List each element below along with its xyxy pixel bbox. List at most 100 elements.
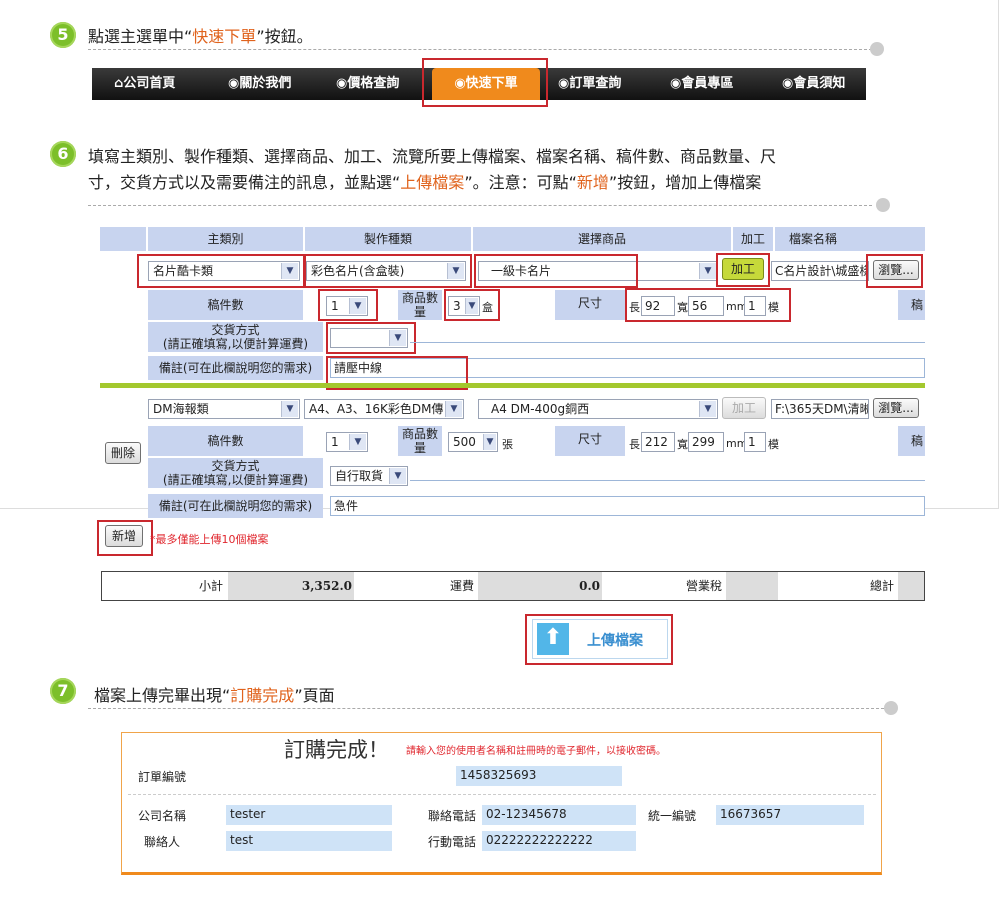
row-separator — [100, 383, 925, 388]
nav-price[interactable]: ◉價格查詢 — [336, 68, 399, 100]
drafts-select[interactable]: 1 ▼ — [326, 432, 368, 452]
truncated-label: 稿 — [898, 290, 925, 320]
divider — [88, 49, 872, 50]
qty-select[interactable]: 500 ▼ — [448, 432, 498, 452]
delivery-label-cell: 交貨方式 (請正確填寫,以便計算運費) — [148, 458, 323, 488]
mold-label: 模 — [768, 438, 779, 451]
company-label: 公司名稱 — [138, 809, 187, 823]
step-7-badge: 7 — [50, 678, 76, 704]
subtotal-value: 3,352.0 — [228, 572, 354, 600]
remark-label: 備註(可在此欄說明您的需求) — [148, 356, 323, 380]
chevron-down-icon: ▼ — [349, 434, 366, 450]
step-5-badge: 5 — [50, 22, 76, 48]
chevron-down-icon: ▼ — [699, 401, 716, 417]
delivery-note: (請正確填寫,以便計算運費) — [162, 473, 309, 487]
order-no-value: 1458325693 — [456, 766, 622, 786]
header-blank — [100, 227, 146, 251]
width-label: 寬 — [677, 438, 688, 451]
mobile-value: 02222222222222 — [482, 831, 636, 851]
delivery-label-cell: 交貨方式 (請正確填寫,以便計算運費) — [148, 322, 323, 352]
nav-member[interactable]: ◉會員專區 — [670, 68, 733, 100]
qty-unit: 張 — [502, 438, 513, 451]
step-6-line2-post: ”按鈕，增加上傳檔案 — [608, 173, 762, 192]
nav-order-query[interactable]: ◉訂單查詢 — [558, 68, 621, 100]
mold-input[interactable]: 1 — [744, 432, 766, 452]
divider-dot — [884, 701, 898, 715]
nav-member-label: 會員專區 — [681, 76, 734, 91]
taxid-value: 16673657 — [716, 805, 864, 825]
browse-button[interactable]: 瀏覽... — [873, 398, 919, 418]
filename-field[interactable]: C名片設計\城盛樣 — [771, 261, 869, 281]
width-input[interactable]: 299 — [688, 432, 724, 452]
main-category-select[interactable]: DM海報類 ▼ — [148, 399, 300, 419]
order-no-label: 訂單編號 — [138, 770, 187, 784]
remark-label: 備註(可在此欄說明您的需求) — [148, 494, 323, 518]
contact-label: 聯絡人 — [144, 835, 181, 849]
chevron-down-icon: ▼ — [445, 401, 462, 417]
divider-dot — [876, 198, 890, 212]
phone-label: 聯絡電話 — [428, 809, 477, 823]
mobile-label: 行動電話 — [428, 835, 477, 849]
delivery-select[interactable]: 自行取貨 ▼ — [330, 466, 408, 486]
step-5-highlight: 快速下單 — [192, 27, 257, 46]
taxid-label: 統一編號 — [648, 809, 697, 823]
step-6-hl1: 上傳檔案 — [400, 173, 465, 192]
process-button[interactable]: 加工 — [722, 397, 766, 419]
nav-about[interactable]: ◉關於我們 — [228, 68, 291, 100]
bullet-icon: ◉ — [782, 76, 794, 91]
remark-input[interactable]: 急件 — [330, 496, 925, 516]
nav-about-label: 關於我們 — [239, 76, 292, 91]
highlight-box — [525, 614, 673, 665]
step-7-post: ”頁面 — [294, 686, 335, 705]
qty-value: 500 — [453, 435, 476, 449]
filename-field[interactable]: F:\365天DM\清晰 — [771, 399, 869, 419]
nav-home[interactable]: ⌂公司首頁 — [114, 68, 175, 100]
subtotal-label: 小計 — [198, 579, 223, 593]
product-select[interactable]: A4 DM-400g銅西 ▼ — [478, 399, 718, 419]
chevron-down-icon: ▼ — [281, 401, 298, 417]
step-7-text: 檔案上傳完畢出現“訂購完成”頁面 — [94, 682, 335, 706]
bullet-icon: ◉ — [558, 76, 570, 91]
divider — [128, 794, 876, 795]
header-main-category: 主類別 — [148, 227, 303, 251]
drafts-value: 1 — [331, 435, 339, 449]
divider-dot — [870, 42, 884, 56]
field-underline — [410, 342, 925, 343]
chevron-down-icon: ▼ — [483, 434, 496, 450]
nav-price-label: 價格查詢 — [347, 76, 400, 91]
truncated-label: 稿 — [898, 426, 925, 456]
field-underline — [410, 480, 925, 481]
order-complete-title: 訂購完成！ — [284, 738, 389, 762]
nav-home-label: 公司首頁 — [123, 76, 176, 91]
header-kind: 製作種類 — [305, 227, 471, 251]
bullet-icon: ◉ — [228, 76, 240, 91]
highlight-box — [716, 253, 770, 287]
step-6-line2-mid: ”。注意：可點“ — [464, 173, 577, 192]
qty-label: 商品數量 — [398, 290, 442, 320]
nav-order-query-label: 訂單查詢 — [569, 76, 622, 91]
total-value — [898, 572, 924, 600]
home-icon: ⌂ — [114, 76, 124, 91]
step-5-post: ”按鈕。 — [256, 27, 313, 46]
kind-select[interactable]: A4、A3、16K彩色DM傳 ▼ — [304, 399, 464, 419]
delivery-note: (請正確填寫,以便計算運費) — [162, 337, 309, 351]
nav-rules[interactable]: ◉會員須知 — [782, 68, 845, 100]
chevron-down-icon: ▼ — [699, 263, 716, 279]
step-5-text: 點選主選單中“快速下單”按鈕。 — [88, 23, 313, 47]
phone-value: 02-12345678 — [482, 805, 636, 825]
step-6-line1: 填寫主類別、製作種類、選擇商品、加工、流覽所要上傳檔案、檔案名稱、稿件數、商品數… — [88, 147, 777, 166]
divider — [88, 708, 884, 709]
length-input[interactable]: 212 — [641, 432, 675, 452]
shipping-value: 0.0 — [478, 572, 602, 600]
main-category-value: DM海報類 — [153, 402, 209, 416]
delete-button[interactable]: 刪除 — [105, 442, 141, 464]
step-7-highlight: 訂購完成 — [230, 686, 295, 705]
tax-label: 營業稅 — [685, 579, 722, 593]
step-6-text: 填寫主類別、製作種類、選擇商品、加工、流覽所要上傳檔案、檔案名稱、稿件數、商品數… — [88, 144, 888, 196]
drafts-label: 稿件數 — [148, 290, 303, 320]
tax-value — [726, 572, 778, 600]
header-filename: 檔案名稱 — [775, 227, 925, 251]
highlight-box — [444, 289, 500, 321]
header-product: 選擇商品 — [473, 227, 731, 251]
step-6-badge: 6 — [50, 141, 76, 167]
